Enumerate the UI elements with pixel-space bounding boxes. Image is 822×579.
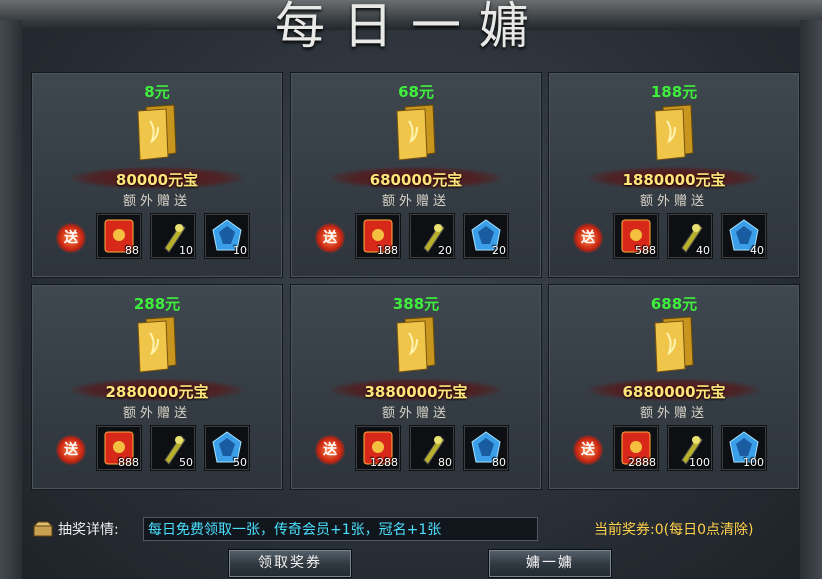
item-red-envelope[interactable]: 2888 — [613, 425, 659, 471]
item-blue-gem[interactable]: 50 — [204, 425, 250, 471]
item-red-envelope[interactable]: 888 — [96, 425, 142, 471]
recharge-card-388[interactable]: 388元 3880000元宝 额外赠送 送 1288 80 80 — [290, 284, 542, 490]
gold-ticket-icon — [396, 104, 436, 161]
window-title: 每日一嫞 — [275, 0, 547, 55]
item-scroll[interactable]: 80 — [409, 425, 455, 471]
item-scroll[interactable]: 10 — [150, 213, 196, 259]
card-price: 288元 — [133, 295, 181, 313]
card-amount: 6880000元宝 — [622, 383, 726, 401]
item-blue-gem[interactable]: 20 — [463, 213, 509, 259]
item-count: 888 — [118, 456, 139, 469]
item-blue-gem[interactable]: 10 — [204, 213, 250, 259]
gold-ticket-icon — [137, 104, 177, 161]
item-blue-gem[interactable]: 80 — [463, 425, 509, 471]
recharge-card-188[interactable]: 188元 1880000元宝 额外赠送 送 588 40 40 — [548, 72, 800, 278]
item-count: 50 — [179, 456, 193, 469]
card-price: 68元 — [398, 83, 434, 101]
item-blue-gem[interactable]: 40 — [721, 213, 767, 259]
extra-gift-label: 额外赠送 — [122, 406, 191, 421]
window-right-border — [800, 20, 822, 579]
item-scroll[interactable]: 40 — [667, 213, 713, 259]
window-left-border — [0, 20, 22, 579]
gold-ticket-icon — [137, 316, 177, 373]
item-red-envelope[interactable]: 1288 — [355, 425, 401, 471]
card-price: 688元 — [650, 295, 698, 313]
recharge-card-8[interactable]: 8元 80000元宝 额外赠送 送 88 10 10 — [31, 72, 283, 278]
item-count: 10 — [179, 244, 193, 257]
item-count: 1288 — [370, 456, 398, 469]
item-count: 100 — [743, 456, 764, 469]
card-amount: 3880000元宝 — [364, 383, 468, 401]
recharge-card-288[interactable]: 288元 2880000元宝 额外赠送 送 888 50 50 — [31, 284, 283, 490]
card-price: 188元 — [650, 83, 698, 101]
item-count: 40 — [750, 244, 764, 257]
claim-ticket-button[interactable]: 领取奖券 — [228, 549, 352, 578]
extra-gift-label: 额外赠送 — [122, 194, 191, 209]
draw-detail-text: 每日免费领取一张，传奇会员+1张，冠名+1张 — [143, 517, 538, 541]
card-price: 8元 — [144, 83, 170, 101]
item-count: 80 — [438, 456, 452, 469]
gold-ticket-icon — [654, 104, 694, 161]
card-amount: 2880000元宝 — [105, 383, 209, 401]
gift-badge-icon: 送 — [56, 435, 86, 465]
draw-button[interactable]: 嫞一嫞 — [488, 549, 612, 578]
item-count: 2888 — [628, 456, 656, 469]
item-count: 80 — [492, 456, 506, 469]
item-count: 20 — [492, 244, 506, 257]
gift-badge-icon: 送 — [315, 435, 345, 465]
chest-icon — [32, 521, 54, 537]
recharge-card-688[interactable]: 688元 6880000元宝 额外赠送 送 2888 100 100 — [548, 284, 800, 490]
extra-gift-label: 额外赠送 — [381, 194, 450, 209]
card-amount: 1880000元宝 — [622, 171, 726, 189]
draw-detail-label: 抽奖详情: — [58, 522, 119, 538]
extra-gift-label: 额外赠送 — [381, 406, 450, 421]
item-count: 10 — [233, 244, 247, 257]
gold-ticket-icon — [396, 316, 436, 373]
card-price: 388元 — [392, 295, 440, 313]
card-amount: 80000元宝 — [115, 171, 199, 189]
gift-badge-icon: 送 — [315, 223, 345, 253]
gift-badge-icon: 送 — [56, 223, 86, 253]
item-red-envelope[interactable]: 88 — [96, 213, 142, 259]
item-count: 50 — [233, 456, 247, 469]
item-count: 100 — [689, 456, 710, 469]
item-scroll[interactable]: 50 — [150, 425, 196, 471]
gift-badge-icon: 送 — [573, 223, 603, 253]
gift-badge-icon: 送 — [573, 435, 603, 465]
card-amount: 680000元宝 — [369, 171, 463, 189]
item-scroll[interactable]: 20 — [409, 213, 455, 259]
item-count: 188 — [377, 244, 398, 257]
extra-gift-label: 额外赠送 — [639, 406, 708, 421]
gold-ticket-icon — [654, 316, 694, 373]
item-count: 40 — [696, 244, 710, 257]
item-scroll[interactable]: 100 — [667, 425, 713, 471]
item-red-envelope[interactable]: 588 — [613, 213, 659, 259]
item-count: 88 — [125, 244, 139, 257]
item-blue-gem[interactable]: 100 — [721, 425, 767, 471]
item-red-envelope[interactable]: 188 — [355, 213, 401, 259]
item-count: 20 — [438, 244, 452, 257]
current-ticket-status: 当前奖券:0(每日0点清除) — [594, 522, 754, 538]
extra-gift-label: 额外赠送 — [639, 194, 708, 209]
item-count: 588 — [635, 244, 656, 257]
recharge-card-68[interactable]: 68元 680000元宝 额外赠送 送 188 20 20 — [290, 72, 542, 278]
